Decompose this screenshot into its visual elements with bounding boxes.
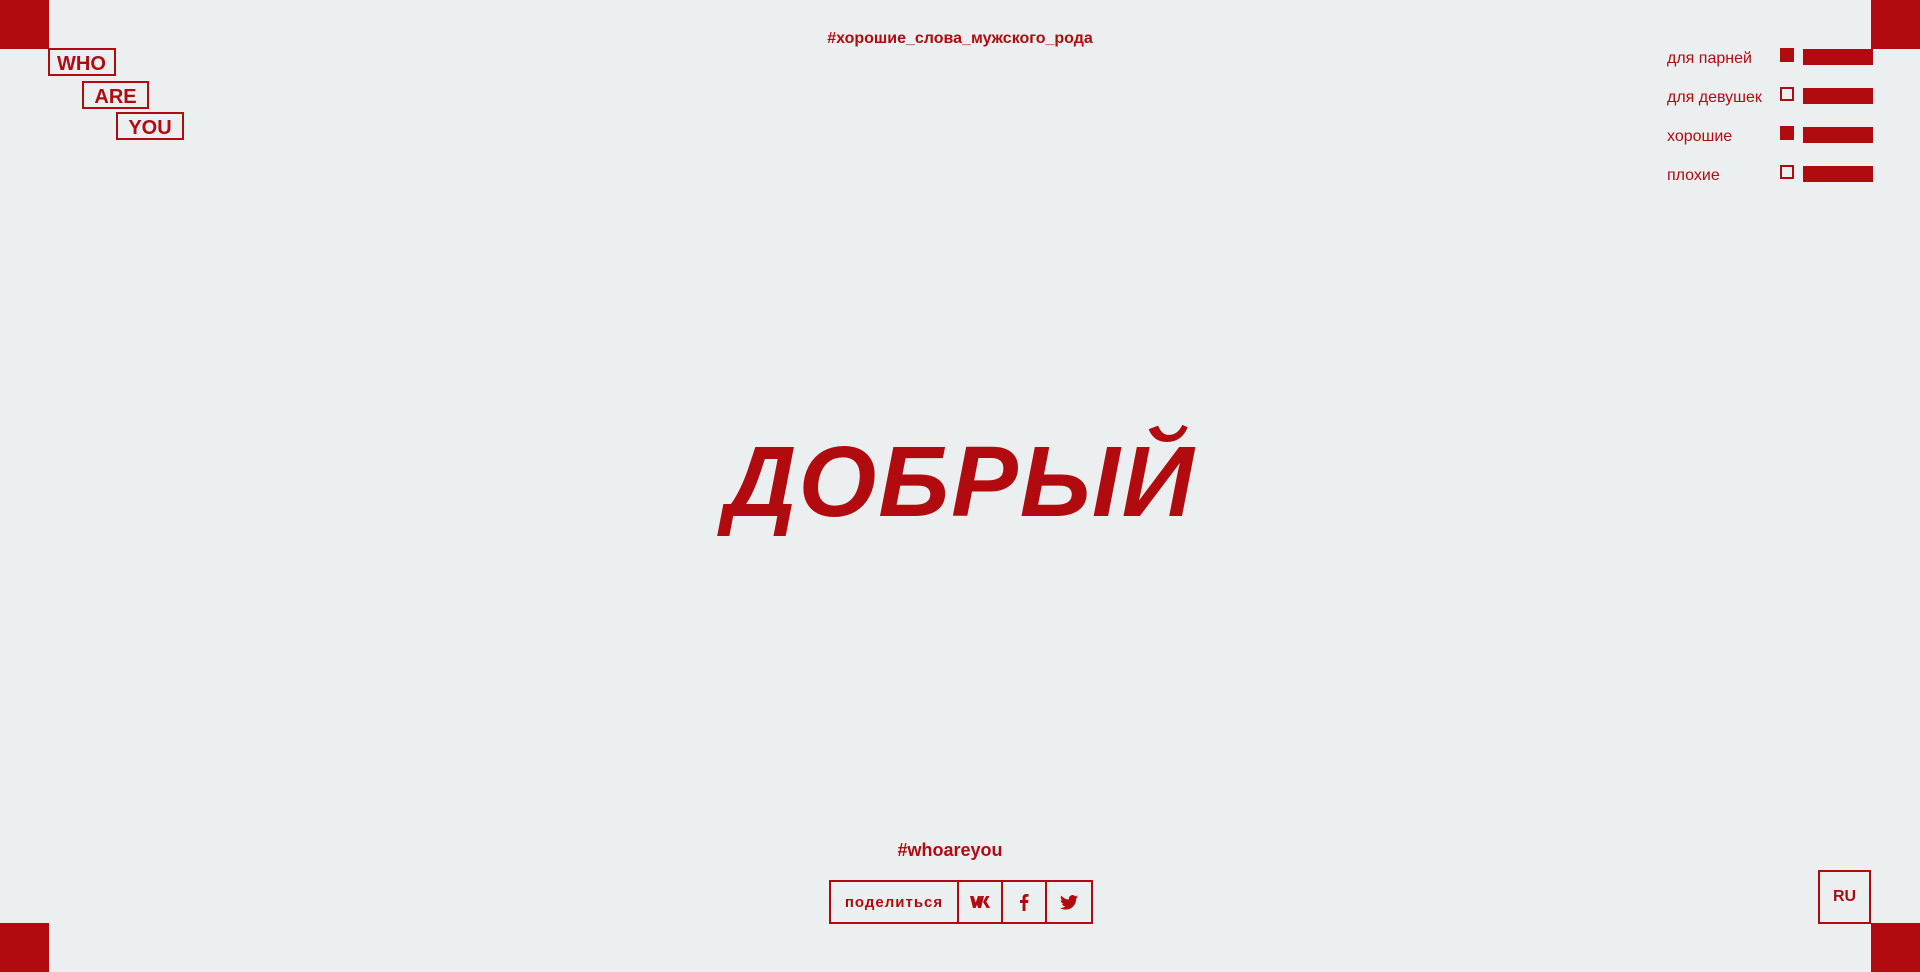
filter-for-girls[interactable]: для девушек xyxy=(1667,87,1873,107)
checkbox-icon[interactable] xyxy=(1780,48,1794,62)
checkbox-icon[interactable] xyxy=(1780,126,1794,140)
filter-label: для девушек xyxy=(1667,89,1762,106)
filter-label: хорошие xyxy=(1667,128,1733,145)
logo-are: ARE xyxy=(82,81,149,109)
checkbox-icon[interactable] xyxy=(1780,165,1794,179)
vk-icon[interactable] xyxy=(959,882,1003,922)
filter-bar xyxy=(1803,49,1873,65)
filter-bar xyxy=(1803,166,1873,182)
filter-good[interactable]: хорошие xyxy=(1667,126,1873,146)
corner-block-bottom-left xyxy=(0,923,49,972)
logo-who: WHO xyxy=(48,48,116,76)
logo-you: YOU xyxy=(116,112,184,140)
corner-block-bottom-right xyxy=(1871,923,1920,972)
checkbox-icon[interactable] xyxy=(1780,87,1794,101)
filter-bar xyxy=(1803,88,1873,104)
filter-bar xyxy=(1803,127,1873,143)
facebook-icon[interactable] xyxy=(1003,882,1047,922)
filter-for-guys[interactable]: для парней xyxy=(1667,48,1873,68)
filter-label: для парней xyxy=(1667,50,1752,67)
footer-hashtag: #whoareyou xyxy=(897,840,1003,860)
page-hashtag: #хорошие_слова_мужского_рода xyxy=(827,30,1093,47)
share-button[interactable]: поделиться xyxy=(831,882,959,922)
twitter-icon[interactable] xyxy=(1047,882,1091,922)
filter-bad[interactable]: плохие xyxy=(1667,165,1873,185)
filter-label: плохие xyxy=(1667,167,1720,184)
main-word[interactable]: ДОБРЫЙ xyxy=(0,432,1920,532)
share-bar: поделиться xyxy=(829,880,1093,924)
language-switcher[interactable]: RU xyxy=(1818,870,1871,924)
